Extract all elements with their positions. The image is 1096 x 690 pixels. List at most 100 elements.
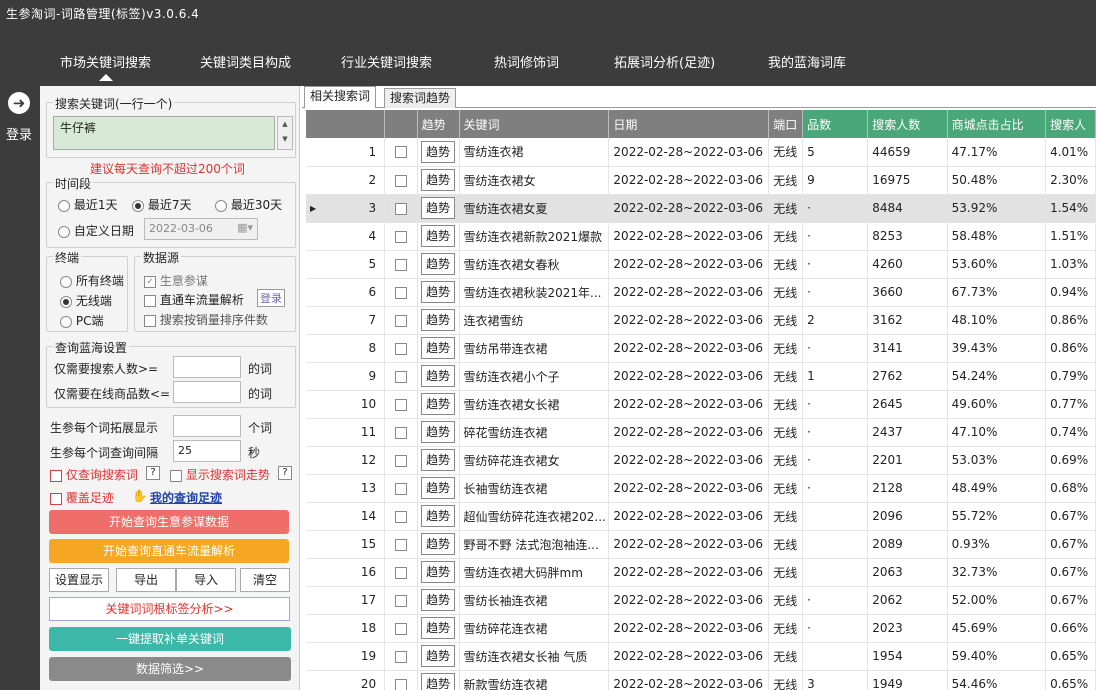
trend-button-label[interactable]: 趋势 <box>421 365 456 387</box>
tab-market-keyword-search[interactable]: 市场关键词搜索 <box>60 52 151 81</box>
trend-button[interactable]: 趋势 <box>417 474 460 503</box>
trend-button[interactable]: 趋势 <box>417 418 460 447</box>
table-row[interactable]: 10 趋势 雪纺连衣裙女长裙 2022-02-28~2022-03-06 无线 · 2645… <box>306 390 1096 419</box>
check-show-trend-box[interactable] <box>170 469 182 482</box>
header-port[interactable]: 端口 <box>768 110 804 138</box>
radio-all-terminals[interactable]: 所有终端 <box>60 272 124 289</box>
root-tag-analysis-button[interactable]: 关键词词根标签分析>> <box>49 597 290 621</box>
tab-keyword-category[interactable]: 关键词类目构成 <box>200 52 291 71</box>
trend-button-label[interactable]: 趋势 <box>421 281 456 303</box>
row-checkbox[interactable] <box>384 138 418 167</box>
login-arrow-icon[interactable]: ➜ <box>8 92 30 114</box>
trend-button[interactable]: 趋势 <box>417 306 460 335</box>
radio-pc-dot[interactable] <box>60 315 72 328</box>
trend-button[interactable]: 趋势 <box>417 278 460 307</box>
table-row[interactable]: 9 趋势 雪纺连衣裙小个子 2022-02-28~2022-03-06 无线 1 2762 5… <box>306 362 1096 391</box>
tab-related-search[interactable]: 相关搜索词 <box>304 86 377 108</box>
trend-button-label[interactable]: 趋势 <box>421 617 456 639</box>
trend-button-label[interactable]: 趋势 <box>421 197 456 219</box>
tab-expand-analysis[interactable]: 拓展词分析(足迹) <box>614 52 715 71</box>
row-checkbox-box[interactable] <box>394 370 407 383</box>
radio-1day[interactable]: 最近1天 <box>58 196 117 213</box>
row-checkbox[interactable] <box>384 502 418 531</box>
table-row[interactable]: 11 趋势 碎花雪纺连衣裙 2022-02-28~2022-03-06 无线 · 2437 4… <box>306 418 1096 447</box>
row-checkbox-box[interactable] <box>394 146 407 159</box>
min-search-input[interactable] <box>173 356 241 378</box>
radio-custom-date[interactable]: 自定义日期 <box>58 222 134 239</box>
row-checkbox[interactable] <box>384 586 418 615</box>
radio-30day-dot[interactable] <box>215 199 227 212</box>
trend-button-label[interactable]: 趋势 <box>421 673 456 690</box>
row-checkbox[interactable] <box>384 166 418 195</box>
start-query-button[interactable]: 开始查询生意参谋数据 <box>49 510 289 534</box>
trend-button[interactable]: 趋势 <box>417 138 460 167</box>
clear-button[interactable]: 清空 <box>240 568 290 592</box>
row-checkbox-box[interactable] <box>394 286 407 299</box>
header-search-count[interactable]: 搜索人数 <box>867 110 948 138</box>
row-checkbox-box[interactable] <box>394 594 407 607</box>
row-checkbox-box[interactable] <box>394 650 407 663</box>
header-goods[interactable]: 品数 <box>802 110 869 138</box>
tab-blue-ocean-library[interactable]: 我的蓝海词库 <box>768 52 846 71</box>
trend-button-label[interactable]: 趋势 <box>421 645 456 667</box>
login-label[interactable]: 登录 <box>6 124 32 143</box>
trend-button[interactable]: 趋势 <box>417 166 460 195</box>
row-checkbox-box[interactable] <box>394 398 407 411</box>
date-picker[interactable]: 2022-03-06 ▦▾ <box>144 218 258 240</box>
row-checkbox-box[interactable] <box>394 202 407 215</box>
radio-30day[interactable]: 最近30天 <box>215 196 282 213</box>
row-checkbox[interactable] <box>384 390 418 419</box>
check-ztc-box[interactable] <box>144 294 156 307</box>
interval-input[interactable]: 25 <box>173 440 241 462</box>
table-row[interactable]: 15 趋势 野哥不野 法式泡泡袖连... 2022-02-28~2022-03-06 无… <box>306 530 1096 559</box>
trend-button[interactable]: 趋势 <box>417 362 460 391</box>
radio-all-dot[interactable] <box>60 275 72 288</box>
table-row[interactable]: 5 趋势 雪纺连衣裙女春秋 2022-02-28~2022-03-06 无线 · 4260 5… <box>306 250 1096 279</box>
check-cover-footprint[interactable]: 覆盖足迹 <box>50 489 114 506</box>
table-row[interactable]: 4 趋势 雪纺连衣裙新款2021爆款 2022-02-28~2022-03-06 无线 ·… <box>306 222 1096 251</box>
trend-button-label[interactable]: 趋势 <box>421 309 456 331</box>
table-row[interactable]: 1 趋势 雪纺连衣裙 2022-02-28~2022-03-06 无线 5 44659 47.… <box>306 138 1096 167</box>
row-checkbox[interactable] <box>384 530 418 559</box>
trend-button[interactable]: 趋势 <box>417 586 460 615</box>
trend-button[interactable]: 趋势 <box>417 334 460 363</box>
check-show-trend[interactable]: 显示搜索词走势 <box>170 466 270 483</box>
max-goods-input[interactable] <box>173 381 241 403</box>
row-checkbox[interactable] <box>384 222 418 251</box>
check-sales-sort-box[interactable] <box>144 314 156 327</box>
check-sales-sort[interactable]: 搜索按销量排序件数 <box>144 311 268 328</box>
data-filter-button[interactable]: 数据筛选>> <box>49 657 291 681</box>
trend-button-label[interactable]: 趋势 <box>421 421 456 443</box>
trend-button-label[interactable]: 趋势 <box>421 253 456 275</box>
trend-button-label[interactable]: 趋势 <box>421 169 456 191</box>
table-row[interactable]: ▶ 3 趋势 雪纺连衣裙女夏 2022-02-28~2022-03-06 无线 · 8484 5… <box>306 194 1096 223</box>
row-checkbox-box[interactable] <box>394 426 407 439</box>
table-row[interactable]: 20 趋势 新款雪纺连衣裙 2022-02-28~2022-03-06 无线 3 1949 5… <box>306 670 1096 690</box>
extract-keywords-button[interactable]: 一键提取补单关键词 <box>49 627 291 651</box>
table-row[interactable]: 13 趋势 长袖雪纺连衣裙 2022-02-28~2022-03-06 无线 · 2128 4… <box>306 474 1096 503</box>
trend-button-label[interactable]: 趋势 <box>421 140 456 163</box>
trend-button[interactable]: 趋势 <box>417 642 460 671</box>
table-row[interactable]: 2 趋势 雪纺连衣裙女 2022-02-28~2022-03-06 无线 9 16975 50… <box>306 166 1096 195</box>
radio-wireless[interactable]: 无线端 <box>60 292 112 309</box>
radio-1day-dot[interactable] <box>58 199 70 212</box>
tab-hot-modifiers[interactable]: 热词修饰词 <box>494 52 559 71</box>
trend-button[interactable]: 趋势 <box>417 390 460 419</box>
header-keyword[interactable]: 关键词 <box>459 110 610 138</box>
trend-button[interactable]: 趋势 <box>417 502 460 531</box>
trend-button-label[interactable]: 趋势 <box>421 393 456 415</box>
my-footprint-link[interactable]: 我的查询足迹 <box>150 489 222 506</box>
header-trend[interactable]: 趋势 <box>417 110 460 138</box>
keywords-textarea[interactable]: 牛仔裤 <box>53 116 275 150</box>
check-ztc[interactable]: 直通车流量解析 <box>144 291 244 308</box>
row-checkbox-box[interactable] <box>394 622 407 635</box>
export-button[interactable]: 导出 <box>116 568 176 592</box>
check-only-search-box[interactable] <box>50 469 62 482</box>
row-checkbox-box[interactable] <box>394 174 407 187</box>
row-checkbox[interactable] <box>384 642 418 671</box>
tab-industry-keyword-search[interactable]: 行业关键词搜索 <box>341 52 432 71</box>
row-checkbox-box[interactable] <box>394 482 407 495</box>
trend-button[interactable]: 趋势 <box>417 558 460 587</box>
check-shengyi[interactable]: ✓ 生意参谋 <box>144 272 208 289</box>
row-checkbox-box[interactable] <box>394 454 407 467</box>
